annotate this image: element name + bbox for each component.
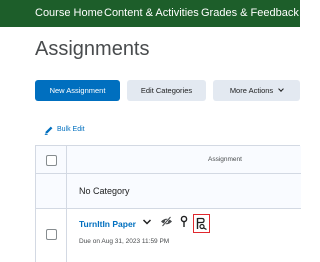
new-assignment-button[interactable]: New Assignment [35,80,120,101]
more-actions-button[interactable]: More Actions [213,80,300,101]
assignment-title-link[interactable]: TurnItIn Paper [79,219,136,229]
category-label: No Category [79,186,130,196]
chevron-down-icon [301,7,309,16]
category-row: No Category [36,174,301,209]
row-checkbox[interactable] [46,229,57,240]
more-actions-label: More Actions [229,86,274,95]
page-title: Assignments [35,38,150,60]
bulk-edit-label: Bulk Edit [57,126,85,133]
nav-item-grades-feedback-label: Grades & Feedback [201,7,299,19]
chevron-down-icon [278,86,285,92]
nav-item-content-activities[interactable]: Content & Activities [104,7,199,20]
select-all-checkbox[interactable] [46,155,57,166]
eye-slash-icon[interactable] [160,216,173,227]
assignment-due-date: Due on Aug 31, 2023 11:59 PM [79,238,170,245]
edit-categories-button[interactable]: Edit Categories [127,80,206,101]
pencil-icon [44,126,53,135]
table-header-row: Assignment [36,146,301,174]
top-navigation-bar: Course Home Content & Activities Grades … [0,0,309,27]
nav-item-grades-feedback[interactable]: Grades & Feedback [201,7,309,20]
nav-item-course-home[interactable]: Course Home [35,7,103,20]
assignments-table: Assignment No Category TurnItIn Paper Du… [35,145,301,262]
chevron-down-icon[interactable] [142,218,152,226]
column-divider [66,146,67,262]
pin-icon[interactable] [180,215,188,228]
column-header-assignment: Assignment [208,156,242,163]
turnitin-icon[interactable] [196,217,208,231]
